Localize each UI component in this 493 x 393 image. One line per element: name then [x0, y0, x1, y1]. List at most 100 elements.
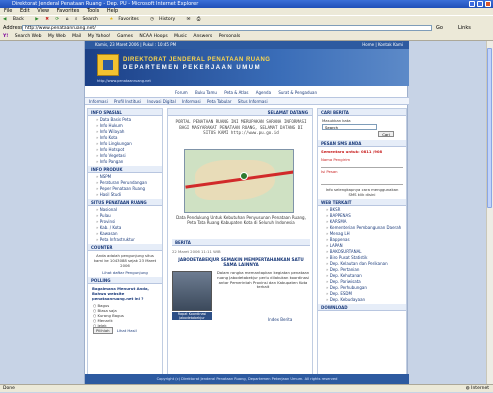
- nav-peta[interactable]: Peta & Atlas: [224, 90, 248, 95]
- top-links[interactable]: Home | Kontak Kami: [362, 41, 403, 49]
- links-label[interactable]: Links: [458, 24, 471, 32]
- pesan-isi-input[interactable]: [321, 175, 403, 185]
- toolbar-answers[interactable]: Answers: [193, 34, 212, 39]
- web-terkait-list: BKSR BAPPENAS KARSMA Kementerian Pembang…: [318, 206, 406, 304]
- stop-button[interactable]: ✖: [45, 17, 49, 22]
- poll-actions: Pilihlah Lihat Hasil: [88, 327, 162, 334]
- nav-buku-tamu[interactable]: Buku Tamu: [195, 90, 217, 95]
- menu-bar: File Edit View Favorites Tools Help: [0, 8, 493, 15]
- menu-profil[interactable]: Profil Institusi: [114, 99, 141, 104]
- favorites-button[interactable]: ★ Favorites: [109, 17, 143, 22]
- info-produk-list: NSPM Peraturan Perundangan Peper Penataa…: [88, 173, 162, 199]
- counter-head: COUNTER: [88, 244, 162, 251]
- toolbar-music[interactable]: Music: [174, 34, 187, 39]
- toolbar-games[interactable]: Games: [117, 34, 133, 39]
- left-column: INFO SPASIAL Data Basis Peta Info Hukum …: [87, 108, 163, 378]
- banner-url: http://www.penataanruang.net: [97, 79, 151, 83]
- map-caption: Data Pendukung Untuk Kebutuhan Penyusuna…: [176, 215, 306, 225]
- menu-help[interactable]: Help: [107, 8, 118, 14]
- berita-text: Dalam rangka memantapkan kegiatan penata…: [216, 270, 310, 290]
- back-label: Back: [12, 17, 24, 22]
- refresh-button[interactable]: ⟳: [55, 17, 59, 22]
- search-label: Search: [82, 17, 98, 22]
- welcome-head: SELAMAT DATANG: [168, 109, 312, 116]
- polling-question: Bagaimana Menurut Anda, Bahwa website pe…: [92, 286, 149, 301]
- yahoo-toolbar: Y! Search Web My Web Mail My Yahoo! Game…: [0, 32, 493, 41]
- toolbar-my-web[interactable]: My Web: [48, 34, 66, 39]
- menu-favorites[interactable]: Favorites: [57, 8, 80, 14]
- center-column: SELAMAT DATANG PORTAL PENATAAN RUANG INI…: [167, 108, 313, 378]
- menu-informasi[interactable]: Informasi: [89, 99, 108, 104]
- poll-result-link[interactable]: Lihat Hasil: [117, 328, 137, 333]
- menu-edit[interactable]: Edit: [20, 8, 30, 14]
- menu-tools[interactable]: Tools: [87, 8, 99, 14]
- history-icon: ◷: [150, 17, 155, 22]
- berita-title[interactable]: JABODETABEKJUR SEMAKIN MEMPERTAHANKAN SA…: [172, 257, 310, 267]
- situs-list: Nasional Pulau Provinsi Kab. / Kota Kawa…: [88, 206, 162, 244]
- pu-logo: [97, 54, 119, 76]
- menu-peta-tabular[interactable]: Peta Tabular: [207, 99, 232, 104]
- list-item[interactable]: Dep. Kebudayaan: [318, 297, 406, 303]
- list-item[interactable]: Hasil Studi: [88, 192, 162, 198]
- map-marker-icon: [240, 172, 248, 180]
- close-button[interactable]: [485, 1, 491, 7]
- berita-photo[interactable]: [172, 271, 212, 311]
- cari-button[interactable]: Cari: [378, 131, 394, 137]
- toolbar-ncaa[interactable]: NCAA Hoops: [139, 34, 167, 39]
- menu-view[interactable]: View: [37, 8, 49, 14]
- history-button[interactable]: ◷ History: [150, 17, 180, 22]
- search-icon: ⌕: [74, 17, 78, 22]
- address-input[interactable]: http://www.penataanruang.net/: [22, 25, 432, 31]
- maximize-button[interactable]: [477, 1, 483, 7]
- print-button[interactable]: ⎙: [197, 17, 201, 22]
- toolbar-search-web[interactable]: Search Web: [15, 34, 42, 39]
- back-button[interactable]: ◀ Back: [3, 17, 29, 22]
- toolbar-my-yahoo[interactable]: My Yahoo!: [88, 34, 111, 39]
- welcome-marquee: PORTAL PENATAAN RUANG INI MERUPAKAN SARA…: [175, 119, 307, 135]
- list-item[interactable]: Info Pangan: [88, 159, 162, 165]
- menu-situs[interactable]: Situs Informasi: [238, 99, 268, 104]
- go-button[interactable]: Go: [436, 24, 443, 32]
- zone-label: Internet: [471, 386, 489, 391]
- yahoo-logo[interactable]: Y!: [3, 34, 8, 39]
- menu-informasi-2[interactable]: Informasi: [182, 99, 201, 104]
- nav-agenda[interactable]: Agenda: [256, 90, 271, 95]
- star-icon: ★: [109, 17, 114, 22]
- list-item[interactable]: Peta Infrastruktur: [88, 237, 162, 243]
- counter-link[interactable]: Lihat daftar Pengunjung: [88, 270, 162, 275]
- map-image[interactable]: [184, 149, 294, 213]
- home-button[interactable]: ⌂: [66, 17, 69, 22]
- minimize-button[interactable]: [469, 1, 475, 7]
- top-nav: Forum Buku Tamu Peta & Atlas Agenda Sura…: [175, 89, 409, 97]
- search-input[interactable]: Search: [322, 124, 377, 130]
- berita-date: 22 Maret 2006 11:11 WIB: [172, 249, 221, 254]
- browser-viewport: Kamis, 23 Maret 2006 | Pukul : 10:45 PM …: [0, 41, 493, 384]
- toolbar-mail[interactable]: Mail: [72, 34, 81, 39]
- counter-text: Anda adalah pengunjung situs kami ke 104…: [93, 253, 157, 268]
- menu-file[interactable]: File: [4, 8, 12, 14]
- search-button[interactable]: ⌕ Search: [75, 17, 103, 22]
- toolbar-personals[interactable]: Personals: [219, 34, 240, 39]
- status-text: Done: [3, 386, 15, 391]
- favorites-label: Favorites: [118, 17, 139, 22]
- address-label: Address: [3, 25, 23, 31]
- site-banner: DIREKTORAT JENDERAL PENATAAN RUANG DEPAR…: [85, 49, 409, 86]
- nav-surat[interactable]: Surat & Pengaduan: [278, 90, 317, 95]
- polling-head: POLLING: [88, 277, 162, 284]
- mail-button[interactable]: ✉: [187, 17, 191, 22]
- vote-button[interactable]: Pilihlah: [93, 327, 113, 334]
- pesan-note[interactable]: Info selengkapnya cara menggunakan SMS k…: [318, 185, 406, 199]
- info-spasial-list: Data Basis Peta Info Hukum Info Wilayah …: [88, 116, 162, 166]
- berita-photo-caption: Rapat Koordinasi Jabodetabekjur: [172, 312, 212, 320]
- web-page: Kamis, 23 Maret 2006 | Pukul : 10:45 PM …: [84, 41, 409, 384]
- nav-forum[interactable]: Forum: [175, 90, 188, 95]
- menu-inovasi[interactable]: Inovasi Digital: [147, 99, 175, 104]
- window-titlebar: Direktorat Jenderal Penataan Ruang - Dep…: [0, 0, 493, 8]
- scrollbar-thumb[interactable]: [487, 48, 492, 208]
- situs-head: SITUS PENATAAN RUANG: [88, 199, 162, 206]
- forward-button[interactable]: ▶: [35, 17, 38, 22]
- index-berita-link[interactable]: Index Berita: [268, 317, 292, 322]
- berita-head: BERITA: [172, 239, 310, 246]
- history-label: History: [159, 17, 176, 22]
- pesan-number: Sementara untuk: 0811 /908: [321, 149, 383, 154]
